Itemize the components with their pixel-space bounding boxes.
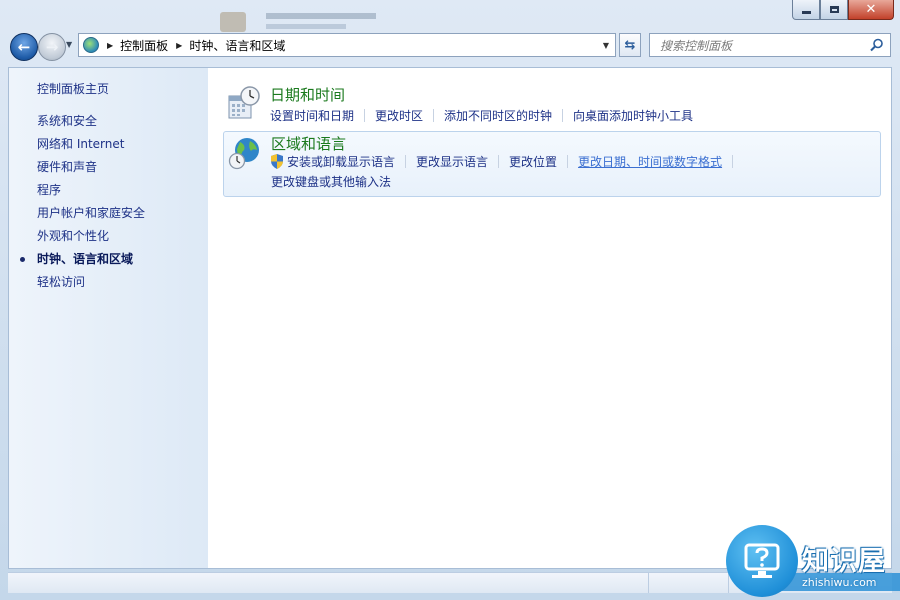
category-region-language: 区域和语言 安装或卸载显示语言 更改显示语言 更改位置 更改日期、时间或数字格式 (223, 131, 881, 197)
link-divider (405, 155, 407, 168)
link-divider (567, 155, 569, 168)
help-monitor-icon (744, 543, 780, 578)
globe-clock-icon (228, 138, 259, 170)
calendar-clock-icon (228, 86, 260, 119)
category-date-time: 日期和时间 设置时间和日期 更改时区 添加不同时区的时钟 向桌面添加时钟小工具 (223, 82, 881, 132)
caption-buttons: ✕ (792, 0, 894, 20)
search-box[interactable] (649, 33, 891, 57)
link-change-time-zone[interactable]: 更改时区 (375, 107, 423, 124)
sidebar-item-system-security[interactable]: 系统和安全 (37, 113, 145, 136)
breadcrumb-separator-icon[interactable]: ▶ (107, 41, 113, 50)
breadcrumb-control-panel[interactable]: 控制面板 (120, 37, 168, 54)
address-bar[interactable]: ▶ 控制面板 ▶ 时钟、语言和区域 ▼ (78, 33, 616, 57)
link-install-display-language[interactable]: 安装或卸载显示语言 (287, 153, 395, 170)
main-panel: 日期和时间 设置时间和日期 更改时区 添加不同时区的时钟 向桌面添加时钟小工具 (223, 68, 883, 568)
minimize-icon (801, 11, 811, 14)
link-change-display-language[interactable]: 更改显示语言 (416, 153, 488, 170)
title-bar: ✕ (0, 0, 900, 32)
sidebar-item-appearance[interactable]: 外观和个性化 (37, 228, 145, 251)
sidebar-item-network-internet[interactable]: 网络和 Internet (37, 136, 145, 159)
link-divider (433, 109, 435, 122)
control-panel-icon (83, 37, 99, 53)
sidebar-item-programs[interactable]: 程序 (37, 182, 145, 205)
link-add-clocks[interactable]: 添加不同时区的时钟 (444, 107, 552, 124)
navigation-bar: ← → ▼ ▶ 控制面板 ▶ 时钟、语言和区域 ▼ ⇆ (0, 30, 900, 62)
link-set-time-date[interactable]: 设置时间和日期 (270, 107, 354, 124)
content-area: 控制面板主页 系统和安全 网络和 Internet 硬件和声音 程序 用户帐户和… (8, 67, 892, 569)
back-button[interactable]: ← (10, 33, 38, 61)
link-add-clock-gadget[interactable]: 向桌面添加时钟小工具 (573, 107, 693, 124)
link-change-date-time-number-format[interactable]: 更改日期、时间或数字格式 (578, 153, 722, 170)
breadcrumb-separator-icon[interactable]: ▶ (176, 41, 182, 50)
sidebar-item-clock-language-region[interactable]: 时钟、语言和区域 (19, 251, 145, 274)
sidebar-home-link[interactable]: 控制面板主页 (37, 80, 109, 97)
forward-button[interactable]: → (38, 33, 66, 61)
search-input[interactable] (658, 37, 862, 55)
watermark-url: zhishiwu.com (802, 576, 877, 589)
region-language-links-row1: 安装或卸载显示语言 更改显示语言 更改位置 更改日期、时间或数字格式 (270, 153, 743, 170)
breadcrumb-clock-language-region[interactable]: 时钟、语言和区域 (189, 37, 285, 54)
maximize-button[interactable] (820, 0, 848, 20)
close-icon: ✕ (865, 2, 877, 17)
sidebar: 控制面板主页 系统和安全 网络和 Internet 硬件和声音 程序 用户帐户和… (9, 68, 208, 568)
search-icon[interactable] (870, 38, 884, 52)
region-language-links-row2: 更改键盘或其他输入法 (271, 173, 391, 190)
control-panel-window: ✕ ← → ▼ ▶ 控制面板 ▶ 时钟、语言和区域 ▼ ⇆ 控制面板主页 系统和 (0, 0, 900, 600)
uac-shield-icon (271, 154, 283, 169)
forward-arrow-icon: → (45, 37, 59, 56)
category-title-date-time[interactable]: 日期和时间 (270, 84, 345, 105)
sidebar-item-ease-of-access[interactable]: 轻松访问 (37, 274, 145, 297)
sidebar-item-hardware-sound[interactable]: 硬件和声音 (37, 159, 145, 182)
refresh-icon: ⇆ (624, 37, 636, 53)
watermark-logo (726, 525, 798, 597)
link-change-location[interactable]: 更改位置 (509, 153, 557, 170)
category-title-region-language[interactable]: 区域和语言 (271, 133, 346, 154)
close-button[interactable]: ✕ (848, 0, 894, 20)
site-watermark: 知识屋 zhishiwu.com (722, 521, 900, 600)
recent-pages-dropdown[interactable]: ▼ (66, 40, 72, 49)
address-dropdown-icon[interactable]: ▼ (603, 41, 609, 50)
watermark-title: 知识屋 (802, 546, 886, 577)
sidebar-item-user-accounts[interactable]: 用户帐户和家庭安全 (37, 205, 145, 228)
sidebar-category-list: 系统和安全 网络和 Internet 硬件和声音 程序 用户帐户和家庭安全 外观… (19, 113, 145, 297)
link-change-keyboard-input[interactable]: 更改键盘或其他输入法 (271, 173, 391, 190)
link-divider (732, 155, 734, 168)
date-time-links: 设置时间和日期 更改时区 添加不同时区的时钟 向桌面添加时钟小工具 (270, 107, 693, 124)
back-arrow-icon: ← (17, 37, 31, 56)
maximize-icon (829, 6, 839, 13)
minimize-button[interactable] (792, 0, 820, 20)
refresh-button[interactable]: ⇆ (619, 33, 641, 57)
link-divider (364, 109, 366, 122)
link-divider (562, 109, 564, 122)
link-divider (498, 155, 500, 168)
status-divider (648, 573, 649, 593)
